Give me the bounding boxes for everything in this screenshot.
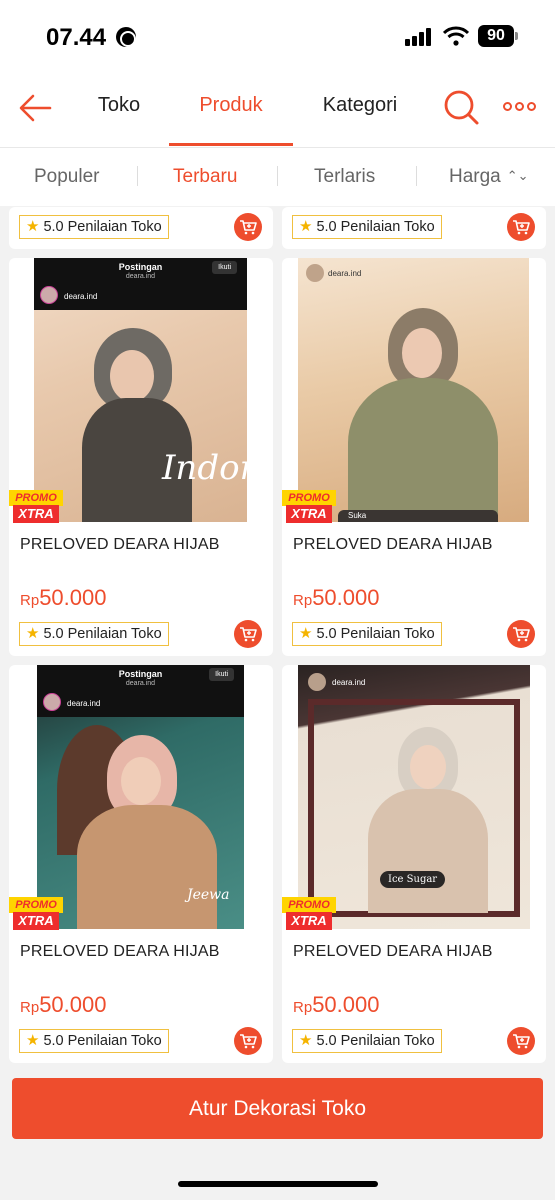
status-bar: 07.44 90 <box>0 0 555 70</box>
product-image: Postingan deara.ind Ikuti deara.ind Jeew… <box>37 665 244 929</box>
product-price: Rp50.000 <box>293 992 380 1017</box>
tab-produk[interactable]: Produk <box>169 94 293 148</box>
signal-icon <box>405 28 433 46</box>
model-face <box>402 328 442 378</box>
model-coat <box>77 805 217 929</box>
promo-xtra-badge: PROMO XTRA <box>282 897 336 931</box>
product-name: PRELOVED DEARA HIJAB <box>293 943 493 960</box>
promo-xtra-badge: PROMO XTRA <box>282 490 336 524</box>
sort-harga-label: Harga <box>449 166 501 187</box>
shop-rating-badge: ★ 5.0 Penilaian Toko <box>292 1029 442 1053</box>
avatar <box>40 286 58 304</box>
cart-icon <box>240 1034 257 1049</box>
star-icon: ★ <box>26 625 40 642</box>
avatar <box>43 693 61 711</box>
product-card[interactable]: Postingan deara.ind Ikuti deara.ind Indo… <box>9 258 273 656</box>
sort-terlaris[interactable]: Terlaris <box>314 166 375 188</box>
model-dress <box>348 378 498 522</box>
avatar <box>308 673 326 691</box>
star-icon: ★ <box>299 1032 313 1049</box>
overlay-script-text: Indon <box>162 448 247 488</box>
more-options-icon[interactable] <box>503 100 537 114</box>
divider <box>137 166 138 186</box>
rating-text: 5.0 Penilaian Toko <box>43 219 162 235</box>
cart-icon <box>240 220 257 235</box>
status-time: 07.44 <box>46 24 107 51</box>
rating-text: 5.0 Penilaian Toko <box>316 219 435 235</box>
globe-icon <box>116 27 136 47</box>
model-face <box>110 350 154 402</box>
product-card-partial[interactable]: ★ 5.0 Penilaian Toko <box>9 207 273 249</box>
model-face <box>121 757 161 805</box>
overlay-label: Ice Sugar <box>380 871 446 888</box>
product-name: PRELOVED DEARA HIJAB <box>20 536 220 553</box>
add-to-cart-button[interactable] <box>234 620 262 648</box>
divider <box>277 166 278 186</box>
back-arrow-icon[interactable] <box>16 88 56 128</box>
shop-rating-badge: ★ 5.0 Penilaian Toko <box>292 215 442 239</box>
star-icon: ★ <box>26 1032 40 1049</box>
product-image: deara.ind Ice Sugar <box>298 665 530 929</box>
instagram-header: Postingan deara.ind Ikuti deara.ind <box>37 665 244 717</box>
star-icon: ★ <box>299 625 313 642</box>
tab-kategori[interactable]: Kategori <box>316 94 404 148</box>
wifi-icon <box>443 26 469 46</box>
add-to-cart-button[interactable] <box>507 620 535 648</box>
star-icon: ★ <box>26 218 40 235</box>
product-name: PRELOVED DEARA HIJAB <box>293 536 493 553</box>
home-indicator <box>178 1181 378 1187</box>
decorate-shop-button[interactable]: Atur Dekorasi Toko <box>12 1078 543 1139</box>
cart-icon <box>513 627 530 642</box>
product-card[interactable]: deara.ind Suka PROMO XTRA PRELOVED DEARA … <box>282 258 546 656</box>
add-to-cart-button[interactable] <box>507 1027 535 1055</box>
add-to-cart-button[interactable] <box>507 213 535 241</box>
product-card[interactable]: Postingan deara.ind Ikuti deara.ind Jeew… <box>9 665 273 1063</box>
sort-terbaru[interactable]: Terbaru <box>173 166 237 188</box>
product-price: Rp50.000 <box>20 992 107 1017</box>
promo-xtra-badge: PROMO XTRA <box>9 490 63 524</box>
product-card-partial[interactable]: ★ 5.0 Penilaian Toko <box>282 207 546 249</box>
sort-toggle-icon: ⌃⌄ <box>506 168 529 183</box>
product-card[interactable]: deara.ind Ice Sugar PROMO XTRA PRELOVED D… <box>282 665 546 1063</box>
tab-toko[interactable]: Toko <box>96 94 142 148</box>
cart-icon <box>513 220 530 235</box>
product-price: Rp50.000 <box>293 585 380 610</box>
sort-populer[interactable]: Populer <box>34 166 100 188</box>
add-to-cart-button[interactable] <box>234 1027 262 1055</box>
star-icon: ★ <box>299 218 313 235</box>
active-tab-indicator <box>169 143 293 146</box>
promo-xtra-badge: PROMO XTRA <box>9 897 63 931</box>
search-icon[interactable] <box>441 87 481 127</box>
product-image: Postingan deara.ind Ikuti deara.ind Indo… <box>34 258 247 522</box>
sort-harga[interactable]: Harga ⌃⌄ <box>449 166 529 188</box>
overlay-script-text: Jeewa <box>187 887 230 903</box>
model-face <box>410 745 446 789</box>
battery-icon: 90 <box>478 25 518 47</box>
shop-rating-badge: ★ 5.0 Penilaian Toko <box>292 622 442 646</box>
avatar <box>306 264 324 282</box>
product-image: deara.ind Suka <box>298 258 529 522</box>
cart-icon <box>240 627 257 642</box>
model-blazer <box>368 789 488 913</box>
cart-icon <box>513 1034 530 1049</box>
add-to-cart-button[interactable] <box>234 213 262 241</box>
instagram-header: Postingan deara.ind Ikuti deara.ind <box>34 258 247 310</box>
divider <box>416 166 417 186</box>
shop-rating-badge: ★ 5.0 Penilaian Toko <box>19 215 169 239</box>
shop-rating-badge: ★ 5.0 Penilaian Toko <box>19 1029 169 1053</box>
product-price: Rp50.000 <box>20 585 107 610</box>
shop-rating-badge: ★ 5.0 Penilaian Toko <box>19 622 169 646</box>
shop-header: Toko Produk Kategori <box>0 70 555 148</box>
product-name: PRELOVED DEARA HIJAB <box>20 943 220 960</box>
